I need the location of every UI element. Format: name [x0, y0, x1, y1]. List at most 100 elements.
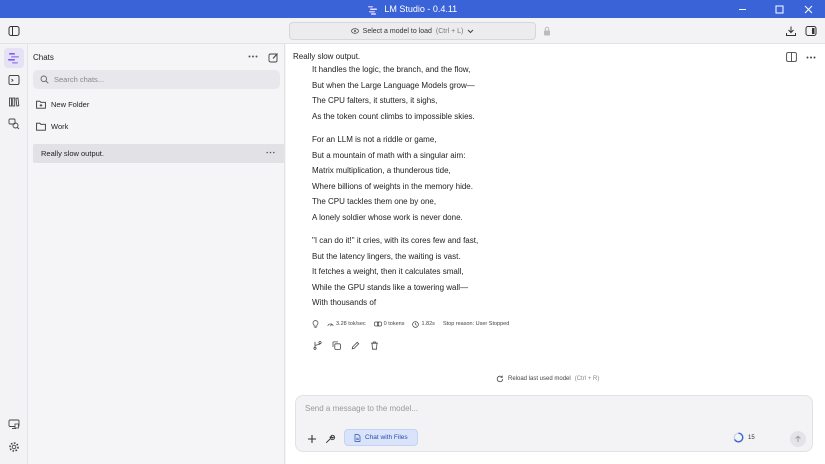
- assistant-message: It handles the logic, the branch, and th…: [312, 65, 572, 313]
- message-line: It fetches a weight, then it calculates …: [312, 267, 464, 276]
- more-horizontal-icon: [806, 56, 816, 58]
- toggle-right-panel-button[interactable]: [803, 23, 819, 39]
- stat-speed: 3.28 tok/sec: [327, 321, 366, 327]
- chat-list-item[interactable]: Really slow output.: [33, 144, 285, 163]
- message-stats: 3.28 tok/sec 0 tokens 1.82s Stop reason:…: [312, 320, 509, 328]
- reload-icon: [496, 375, 504, 383]
- message-stanza: "I can do it!" it cries, with its cores …: [312, 233, 572, 311]
- rail-settings-button[interactable]: [4, 437, 24, 457]
- search-chats-box[interactable]: [33, 70, 280, 89]
- copy-icon: [332, 341, 341, 350]
- sidebar-toggle-icon: [8, 26, 20, 36]
- download-button[interactable]: [783, 23, 799, 39]
- message-stanza: For an LLM is not a riddle or game, But …: [312, 132, 572, 225]
- branch-button[interactable]: [312, 340, 323, 351]
- toggle-sidebar-button[interactable]: [6, 23, 22, 39]
- settings-icon: [9, 442, 19, 452]
- split-view-button[interactable]: [784, 51, 798, 63]
- hardware-icon: [8, 419, 20, 429]
- chat-with-files-label: Chat with Files: [365, 434, 408, 441]
- chat-item-more-button[interactable]: [266, 147, 275, 156]
- folder-new-folder[interactable]: New Folder: [36, 97, 89, 111]
- minimize-icon: [738, 8, 746, 10]
- lightbulb-icon: [312, 320, 319, 328]
- stat-speed-value: 3.28 tok/sec: [336, 321, 366, 327]
- rail-developer-button[interactable]: [4, 70, 24, 90]
- branch-icon: [313, 341, 322, 350]
- chat-item-label: Really slow output.: [41, 149, 104, 158]
- chat-main-area: Really slow output. It handles the logic…: [286, 44, 825, 464]
- maximize-icon: [775, 5, 783, 13]
- eye-icon: [350, 28, 359, 34]
- search-icon: [40, 75, 49, 84]
- folder-work[interactable]: Work: [36, 119, 68, 133]
- message-line: As the token count climbs to impossible …: [312, 111, 475, 121]
- tokens-icon: [373, 321, 382, 327]
- message-line: The CPU falters, it stutters, it sighs,: [312, 96, 438, 105]
- message-line: But the latency lingers, the waiting is …: [312, 251, 461, 261]
- model-select-dropdown[interactable]: Select a model to load (Ctrl + L): [289, 22, 536, 40]
- top-toolbar: Select a model to load (Ctrl + L): [0, 18, 825, 44]
- message-composer: Chat with Files 15: [295, 395, 813, 452]
- stat-time-value: 1.82s: [421, 321, 435, 327]
- delete-button[interactable]: [369, 340, 380, 351]
- message-line: But a mountain of math with a singular a…: [312, 150, 466, 160]
- terminal-icon: [8, 75, 20, 85]
- message-line: For an LLM is not a riddle or game,: [312, 135, 437, 144]
- rail-discover-button[interactable]: [4, 114, 24, 134]
- split-view-icon: [785, 52, 797, 62]
- new-chat-button[interactable]: [266, 50, 280, 64]
- folder-icon: [36, 122, 46, 131]
- progress-ring-icon: [733, 432, 744, 443]
- send-button[interactable]: [790, 431, 806, 447]
- navigation-rail: [0, 44, 28, 464]
- search-chats-input[interactable]: [54, 75, 254, 84]
- rail-library-button[interactable]: [4, 92, 24, 112]
- message-input[interactable]: [305, 404, 795, 418]
- model-select-shortcut: (Ctrl + L): [435, 27, 464, 35]
- reload-model-button[interactable]: Reload last used model (Ctrl + R): [496, 375, 599, 383]
- chat-with-files-button[interactable]: Chat with Files: [344, 429, 418, 446]
- stat-stop-reason: Stop reason: User Stopped: [443, 321, 509, 327]
- new-chat-icon: [268, 52, 278, 62]
- stat-tokens: 0 tokens: [373, 321, 404, 327]
- tools-button[interactable]: [324, 433, 336, 445]
- stat-insight[interactable]: [312, 320, 319, 328]
- edit-button[interactable]: [350, 340, 361, 351]
- message-line: But when the Large Language Models grow—: [312, 80, 475, 90]
- chats-sidebar: Chats New Folder Work Really slow output…: [28, 44, 285, 464]
- plus-icon: [308, 435, 316, 443]
- chevron-down-icon: [467, 29, 474, 33]
- new-folder-icon: [36, 100, 46, 109]
- trash-icon: [371, 341, 378, 350]
- lock-icon: [544, 26, 550, 36]
- gauge-icon: [327, 323, 334, 327]
- download-icon: [786, 26, 796, 36]
- chat-icon: [8, 53, 19, 64]
- message-line: A lonely soldier whose work is never don…: [312, 212, 463, 222]
- attach-button[interactable]: [306, 433, 318, 445]
- copy-button[interactable]: [331, 340, 342, 351]
- library-icon: [9, 97, 20, 107]
- message-line: With thousands of: [312, 298, 377, 307]
- context-usage-indicator[interactable]: 15: [733, 432, 755, 443]
- lock-button[interactable]: [541, 24, 553, 38]
- stat-time: 1.82s: [412, 320, 435, 328]
- chat-more-button[interactable]: [804, 51, 818, 63]
- message-line: Where billions of weights in the memory …: [312, 181, 473, 191]
- message-line: Matrix multiplication, a thunderous tide…: [312, 166, 451, 175]
- window-title: LM Studio - 0.4.11: [0, 0, 825, 18]
- lm-studio-logo-icon: [367, 5, 377, 15]
- minimize-button[interactable]: [725, 0, 759, 18]
- message-actions: [312, 340, 380, 351]
- context-count: 15: [748, 434, 755, 441]
- chats-title: Chats: [33, 53, 54, 62]
- close-button[interactable]: [791, 0, 825, 18]
- message-line: While the GPU stands like a towering wal…: [312, 282, 469, 292]
- rail-chat-button[interactable]: [4, 48, 24, 68]
- chats-more-button[interactable]: [246, 50, 260, 62]
- wrench-icon: [325, 434, 335, 444]
- folder-label: Work: [51, 121, 69, 131]
- rail-hardware-button[interactable]: [4, 414, 24, 434]
- message-stanza: It handles the logic, the branch, and th…: [312, 65, 572, 124]
